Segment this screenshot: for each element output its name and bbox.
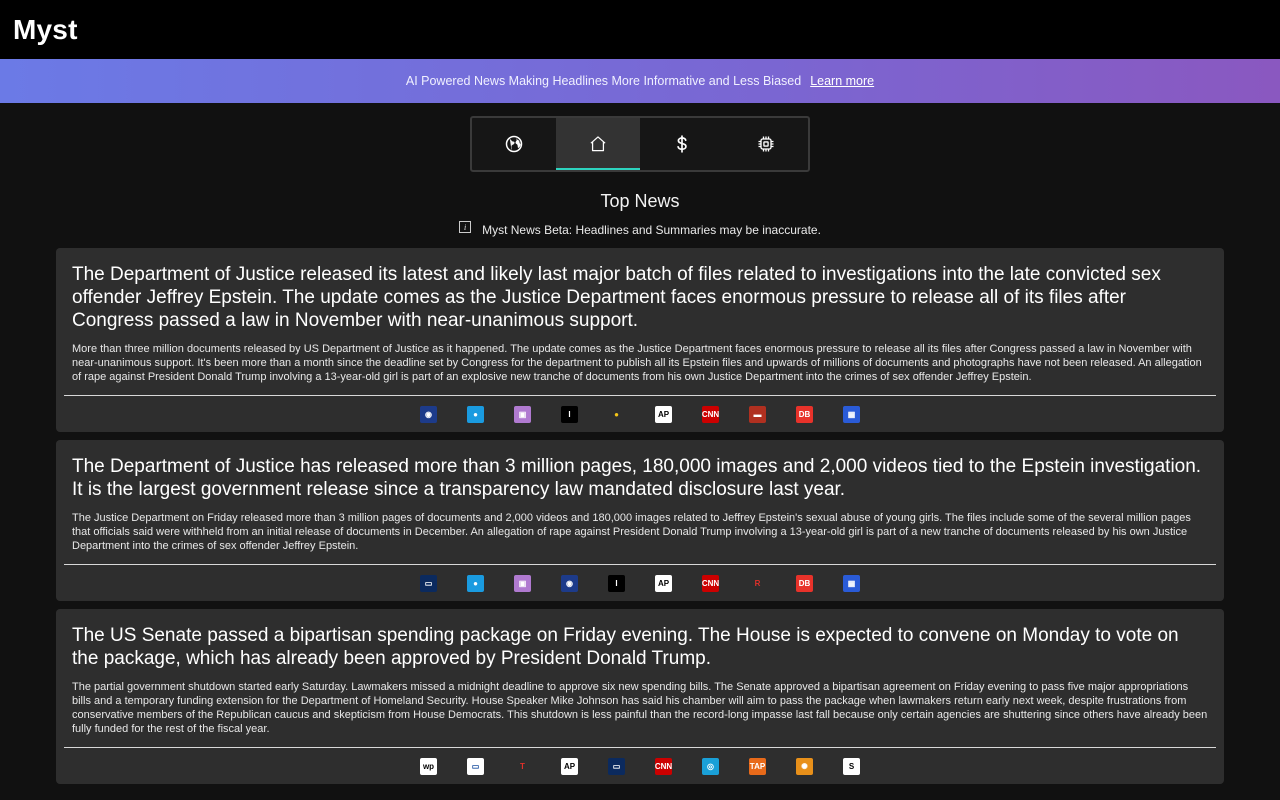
news-summary: More than three million documents releas… [72, 343, 1202, 383]
globe-icon [505, 135, 523, 153]
category-tabs-wrapper [0, 116, 1280, 172]
source-logo-1-icon[interactable]: ▭ [420, 574, 437, 592]
learn-more-link[interactable]: Learn more [810, 74, 874, 88]
section-title: Top News [600, 191, 680, 211]
tab-finance[interactable] [640, 118, 724, 170]
source-logo-3-icon[interactable]: T [514, 757, 531, 775]
app-logo[interactable]: Myst [13, 14, 78, 46]
source-logo-5-icon[interactable]: ▭ [608, 757, 625, 775]
source-logo-7-icon[interactable]: CNN [702, 574, 719, 592]
beta-notice-text: Myst News Beta: Headlines and Summaries … [482, 223, 821, 237]
source-logo-3-icon[interactable]: ▣ [514, 574, 531, 592]
source-logo-9-icon[interactable]: ✺ [796, 757, 813, 775]
news-card[interactable]: The Department of Justice released its l… [56, 248, 1224, 432]
source-logo-4-icon[interactable]: AP [561, 757, 578, 775]
dollar-icon [677, 135, 687, 153]
source-logo-8-icon[interactable]: TAP [749, 757, 766, 775]
source-logo-6-icon[interactable]: CNN [655, 757, 672, 775]
news-headline[interactable]: The Department of Justice released its l… [72, 263, 1208, 332]
news-summary: The Justice Department on Friday release… [72, 512, 1191, 552]
source-list: wp ▭ T AP ▭ CNN ◎ TAP ✺ S [72, 748, 1208, 784]
source-logo-4-icon[interactable]: ◉ [561, 574, 578, 592]
source-logo-10-icon[interactable]: S [843, 757, 860, 775]
source-logo-7-icon[interactable]: CNN [702, 405, 719, 423]
news-headline[interactable]: The Department of Justice has released m… [72, 455, 1208, 501]
source-logo-10-icon[interactable]: ▦ [843, 405, 860, 423]
tab-tech[interactable] [724, 118, 808, 170]
beta-notice: i Myst News Beta: Headlines and Summarie… [0, 221, 1280, 237]
source-logo-3-icon[interactable]: ▣ [514, 405, 531, 423]
source-logo-6-icon[interactable]: AP [655, 574, 672, 592]
source-logo-9-icon[interactable]: DB [796, 405, 813, 423]
source-logo-1-icon[interactable]: ◉ [420, 405, 437, 423]
source-logo-7-icon[interactable]: ◎ [702, 757, 719, 775]
tab-world[interactable] [472, 118, 556, 170]
source-list: ◉ ● ▣ I ● AP CNN ▬ DB ▦ [72, 396, 1208, 432]
news-list: The Department of Justice released its l… [0, 248, 1280, 784]
tab-home[interactable] [556, 118, 640, 170]
top-bar: Myst [0, 0, 1280, 59]
home-icon [590, 136, 606, 152]
chip-icon [758, 136, 774, 152]
news-summary: The partial government shutdown started … [72, 681, 1208, 735]
source-logo-10-icon[interactable]: ▦ [843, 574, 860, 592]
source-logo-1-icon[interactable]: wp [420, 757, 437, 775]
source-logo-5-icon[interactable]: I [608, 574, 625, 592]
news-headline[interactable]: The US Senate passed a bipartisan spendi… [72, 624, 1208, 670]
category-tabs [470, 116, 810, 172]
source-logo-5-icon[interactable]: ● [608, 405, 625, 423]
source-logo-2-icon[interactable]: ● [467, 405, 484, 423]
source-list: ▭ ● ▣ ◉ I AP CNN R DB ▦ [72, 565, 1208, 601]
promo-banner: AI Powered News Making Headlines More In… [0, 59, 1280, 103]
info-icon: i [459, 221, 472, 233]
source-logo-6-icon[interactable]: AP [655, 405, 672, 423]
source-logo-4-icon[interactable]: I [561, 405, 578, 423]
source-logo-9-icon[interactable]: DB [796, 574, 813, 592]
news-card[interactable]: The Department of Justice has released m… [56, 440, 1224, 601]
banner-text: AI Powered News Making Headlines More In… [405, 74, 802, 88]
news-card[interactable]: The US Senate passed a bipartisan spendi… [56, 609, 1224, 784]
source-logo-2-icon[interactable]: ▭ [467, 757, 484, 775]
source-logo-2-icon[interactable]: ● [467, 574, 484, 592]
source-logo-8-icon[interactable]: ▬ [749, 405, 766, 423]
source-logo-8-icon[interactable]: R [749, 574, 766, 592]
